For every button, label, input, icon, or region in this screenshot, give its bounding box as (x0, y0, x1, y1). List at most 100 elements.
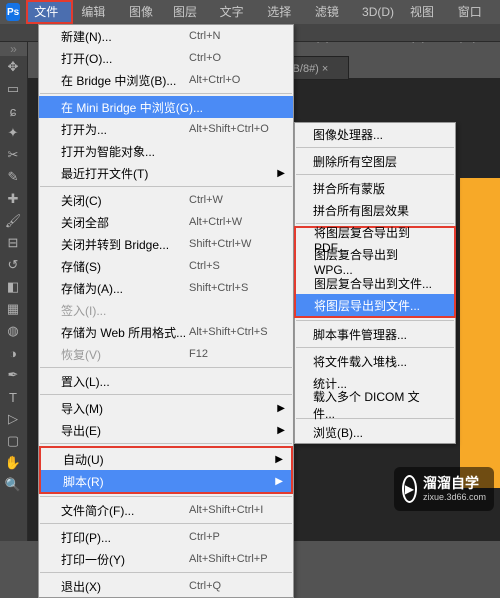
file-menu-item[interactable]: 存储为(A)...Shift+Ctrl+S (39, 277, 293, 299)
file-menu-item[interactable]: 打印一份(Y)Alt+Shift+Ctrl+P (39, 548, 293, 570)
file-menu-item[interactable]: 导出(E)▶ (39, 419, 293, 441)
menu-item-shortcut: Alt+Ctrl+O (189, 74, 271, 86)
submenu-arrow-icon: ▶ (275, 454, 283, 465)
menu-select[interactable]: 选择(S) (259, 0, 307, 24)
menu-separator (40, 523, 292, 524)
script-menu-item[interactable]: 拼合所有蒙版 (295, 177, 455, 199)
shape-tool-icon[interactable]: ▢ (0, 430, 26, 452)
script-menu-item[interactable]: 载入多个 DICOM 文件... (295, 394, 455, 416)
file-menu-item[interactable]: 最近打开文件(T)▶ (39, 162, 293, 184)
menu-layer[interactable]: 图层(L) (165, 0, 212, 24)
file-menu-item[interactable]: 打印(P)...Ctrl+P (39, 526, 293, 548)
menu-separator (40, 572, 292, 573)
dodge-tool-icon[interactable]: ◑ (0, 342, 26, 364)
gradient-tool-icon[interactable]: ▦ (0, 298, 26, 320)
menu-item-label: 新建(N)... (61, 28, 189, 45)
menu-item-shortcut: Ctrl+S (189, 260, 271, 272)
menu-item-shortcut: Ctrl+Q (189, 580, 271, 592)
menu-item-label: 拼合所有蒙版 (313, 180, 437, 197)
pen-tool-icon[interactable]: ✒ (0, 364, 26, 386)
highlighted-group: 将图层复合导出到 PDF...图层复合导出到 WPG...图层复合导出到文件..… (294, 226, 456, 318)
script-menu-item[interactable]: 将图层导出到文件... (296, 294, 454, 316)
wand-tool-icon[interactable]: ✦ (0, 122, 26, 144)
menu-item-label: 恢复(V) (61, 346, 189, 363)
file-menu-item[interactable]: 关闭(C)Ctrl+W (39, 189, 293, 211)
menu-item-label: 图像处理器... (313, 126, 437, 143)
zoom-tool-icon[interactable]: 🔍 (0, 474, 26, 496)
menu-file[interactable]: 文件(F) (26, 0, 73, 24)
highlighted-group: 自动(U)▶脚本(R)▶ (39, 446, 293, 494)
move-tool-icon[interactable]: ✥ (0, 56, 26, 78)
script-menu-item[interactable]: 脚本事件管理器... (295, 323, 455, 345)
menu-filter[interactable]: 滤镜(T) (307, 0, 354, 24)
script-menu-item[interactable]: 将文件载入堆栈... (295, 350, 455, 372)
submenu-arrow-icon: ▶ (275, 476, 283, 487)
menu-view[interactable]: 视图(V) (402, 0, 450, 24)
menu-item-label: 存储(S) (61, 258, 189, 275)
menu-item-label: 存储为 Web 所用格式... (61, 324, 189, 341)
file-menu-item[interactable]: 关闭并转到 Bridge...Shift+Ctrl+W (39, 233, 293, 255)
menu-item-shortcut: Ctrl+O (189, 52, 271, 64)
file-menu-item[interactable]: 存储为 Web 所用格式...Alt+Shift+Ctrl+S (39, 321, 293, 343)
script-menu-item[interactable]: 图层复合导出到文件... (296, 272, 454, 294)
menu-item-label: 自动(U) (63, 451, 269, 468)
watermark: ▶ 溜溜自学 zixue.3d66.com (394, 467, 494, 511)
menu-type[interactable]: 文字(Y) (212, 0, 260, 24)
blur-tool-icon[interactable]: ◍ (0, 320, 26, 342)
script-menu-item[interactable]: 图像处理器... (295, 123, 455, 145)
menu-window[interactable]: 窗口(W) (450, 0, 500, 24)
menu-item-shortcut: Shift+Ctrl+S (189, 282, 271, 294)
script-menu-item[interactable]: 拼合所有图层效果 (295, 199, 455, 221)
file-menu-item[interactable]: 打开为智能对象... (39, 140, 293, 162)
document-canvas (460, 178, 500, 488)
menu-item-label: 导入(M) (61, 400, 271, 417)
menu-item-shortcut: Shift+Ctrl+W (189, 238, 271, 250)
menu-edit[interactable]: 编辑(E) (73, 0, 121, 24)
script-menu-item[interactable]: 删除所有空图层 (295, 150, 455, 172)
file-menu-item[interactable]: 打开(O)...Ctrl+O (39, 47, 293, 69)
type-tool-icon[interactable]: T (0, 386, 26, 408)
file-menu-item[interactable]: 新建(N)...Ctrl+N (39, 25, 293, 47)
hand-tool-icon[interactable]: ✋ (0, 452, 26, 474)
menu-separator (40, 186, 292, 187)
marquee-tool-icon[interactable]: ▭ (0, 78, 26, 100)
file-menu-item[interactable]: 打开为...Alt+Shift+Ctrl+O (39, 118, 293, 140)
menu-image[interactable]: 图像(I) (121, 0, 165, 24)
heal-tool-icon[interactable]: ✚ (0, 188, 26, 210)
play-icon: ▶ (402, 475, 417, 503)
file-menu: 新建(N)...Ctrl+N打开(O)...Ctrl+O在 Bridge 中浏览… (38, 24, 294, 598)
menu-separator (40, 443, 292, 444)
menu-item-label: 打开(O)... (61, 50, 189, 67)
menu-item-label: 打开为... (61, 121, 189, 138)
file-menu-item[interactable]: 脚本(R)▶ (41, 470, 291, 492)
file-menu-item[interactable]: 存储(S)Ctrl+S (39, 255, 293, 277)
menu-item-shortcut: Ctrl+P (189, 531, 271, 543)
path-tool-icon[interactable]: ▷ (0, 408, 26, 430)
menu-separator (296, 174, 454, 175)
file-menu-item[interactable]: 自动(U) ▶ (41, 448, 291, 470)
brush-tool-icon[interactable]: 🖌 (0, 210, 26, 232)
menu-item-label: 在 Mini Bridge 中浏览(G)... (61, 99, 271, 116)
stamp-tool-icon[interactable]: ⊟ (0, 232, 26, 254)
script-menu-item[interactable]: 图层复合导出到 WPG... (296, 250, 454, 272)
file-menu-item[interactable]: 在 Mini Bridge 中浏览(G)... (39, 96, 293, 118)
crop-tool-icon[interactable]: ✂ (0, 144, 26, 166)
menu-item-label: 退出(X) (61, 578, 189, 595)
file-menu-item[interactable]: 导入(M)▶ (39, 397, 293, 419)
eyedropper-tool-icon[interactable]: ✎ (0, 166, 26, 188)
file-menu-item[interactable]: 退出(X)Ctrl+Q (39, 575, 293, 597)
menu-separator (40, 496, 292, 497)
expand-icon[interactable]: » (0, 42, 27, 56)
file-menu-item[interactable]: 在 Bridge 中浏览(B)...Alt+Ctrl+O (39, 69, 293, 91)
menu-item-label: 将文件载入堆栈... (313, 353, 437, 370)
eraser-tool-icon[interactable]: ◧ (0, 276, 26, 298)
file-menu-item[interactable]: 关闭全部Alt+Ctrl+W (39, 211, 293, 233)
menu-item-label: 存储为(A)... (61, 280, 189, 297)
lasso-tool-icon[interactable]: ɕ (0, 100, 26, 122)
file-menu-item[interactable]: 置入(L)... (39, 370, 293, 392)
file-menu-item[interactable]: 文件简介(F)...Alt+Shift+Ctrl+I (39, 499, 293, 521)
menu-3d[interactable]: 3D(D) (354, 0, 402, 24)
menu-item-shortcut: Alt+Ctrl+W (189, 216, 271, 228)
history-brush-icon[interactable]: ↺ (0, 254, 26, 276)
script-menu-item[interactable]: 浏览(B)... (295, 421, 455, 443)
